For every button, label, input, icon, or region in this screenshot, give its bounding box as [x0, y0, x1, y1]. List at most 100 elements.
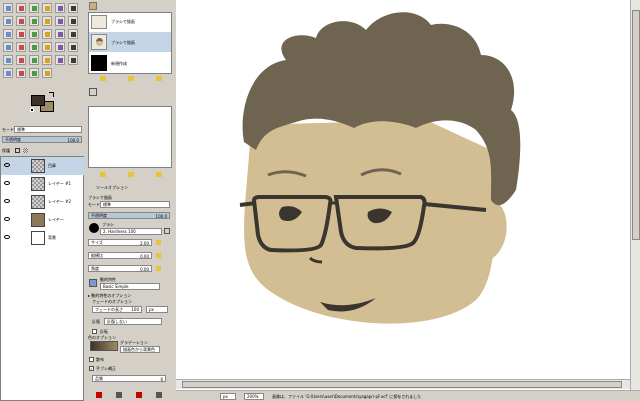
dynamics-field[interactable]: Basic Simple [100, 283, 160, 290]
rect-select-icon[interactable] [3, 3, 13, 13]
reset-angle-icon[interactable] [156, 266, 161, 271]
clear-history-icon[interactable] [156, 76, 162, 81]
ink-icon[interactable] [42, 55, 52, 65]
eraser-icon[interactable] [16, 55, 26, 65]
zoom-select[interactable]: 200% [244, 393, 264, 400]
save-options-icon[interactable] [96, 392, 102, 398]
swap-colors-icon[interactable] [49, 92, 54, 97]
history-item-label: ブラシで描画 [111, 40, 135, 45]
scissors-icon[interactable] [68, 3, 78, 13]
dodge-icon[interactable] [42, 68, 52, 78]
restore-options-icon[interactable] [116, 392, 122, 398]
dynamics-options-expander[interactable]: ▸ 動的特性のオプション [88, 293, 131, 298]
fuzzy-select-icon[interactable] [42, 3, 52, 13]
rotate-icon[interactable] [29, 29, 39, 39]
tool-mode-select[interactable]: 標準 [100, 201, 170, 208]
text-icon[interactable] [29, 42, 39, 52]
smudge-icon[interactable] [29, 68, 39, 78]
airbrush-icon[interactable] [29, 55, 39, 65]
fade-length-field[interactable]: フェードの長さ 100 [92, 306, 142, 313]
undo-icon[interactable] [100, 76, 106, 81]
gradient-preview[interactable] [90, 341, 118, 351]
cage-icon[interactable] [16, 42, 26, 52]
delete-options-icon[interactable] [136, 392, 142, 398]
reset-options-icon[interactable] [156, 392, 162, 398]
color-select-icon[interactable] [55, 3, 65, 13]
aspect-ratio-slider[interactable]: 縦横比 0.00 [88, 252, 152, 259]
align-icon[interactable] [3, 29, 13, 39]
visibility-eye-icon[interactable] [4, 163, 10, 167]
visibility-eye-icon[interactable] [4, 217, 10, 221]
panel-tab-icon[interactable] [89, 2, 97, 10]
angle-slider[interactable]: 角度 0.00 [88, 265, 152, 272]
shear-icon[interactable] [55, 29, 65, 39]
layer-row[interactable]: レイヤー [1, 211, 85, 229]
flip-icon[interactable] [3, 42, 13, 52]
scale-icon[interactable] [42, 29, 52, 39]
zoom-icon-glyph [45, 19, 50, 24]
layer-mode-select[interactable]: 標準 [14, 126, 82, 133]
layer-row[interactable]: 背景 [1, 229, 85, 247]
clone-icon[interactable] [55, 55, 65, 65]
gradient-select[interactable]: 描画色から背景色 [120, 346, 160, 353]
layer-row[interactable]: レイヤー #2 [1, 193, 85, 211]
visibility-eye-icon[interactable] [4, 235, 10, 239]
panel-footer-icon[interactable] [156, 172, 162, 177]
scroll-thumb[interactable] [182, 381, 622, 388]
brush-preview[interactable] [89, 223, 99, 233]
pencil-icon[interactable] [68, 42, 78, 52]
measure-icon[interactable] [55, 16, 65, 26]
tool-options-tab[interactable]: ツールオプション [88, 185, 128, 191]
brush-name-field[interactable]: 2. Hardness 100 [100, 228, 162, 235]
history-item[interactable]: 新規作成 [89, 53, 171, 73]
size-slider[interactable]: サイズ 2.00 [88, 239, 152, 246]
default-colors-icon[interactable] [30, 108, 34, 112]
bucket-fill-icon[interactable] [42, 42, 52, 52]
perspective-clone-icon[interactable] [3, 68, 13, 78]
blend-icon[interactable] [55, 42, 65, 52]
tool-opacity-slider[interactable]: 不透明度 100.0 [88, 212, 170, 219]
paintbrush-icon[interactable] [3, 55, 13, 65]
reset-aspect-icon[interactable] [156, 253, 161, 258]
zoom-icon[interactable] [42, 16, 52, 26]
heal-icon[interactable] [68, 55, 78, 65]
paths-icon[interactable] [16, 16, 26, 26]
crop-icon[interactable] [16, 29, 26, 39]
blur-icon[interactable] [16, 68, 26, 78]
quality-slider[interactable]: 品質 6 [92, 375, 166, 382]
reverse-checkbox[interactable] [92, 329, 97, 334]
horizontal-scrollbar[interactable] [176, 379, 630, 389]
edit-brush-icon[interactable] [164, 228, 170, 234]
history-item[interactable]: ブラシで描画 [89, 32, 171, 52]
ellipse-select-icon[interactable] [16, 3, 26, 13]
fade-unit-select[interactable]: px [146, 306, 168, 313]
panel-footer-icon[interactable] [100, 172, 106, 177]
reset-size-icon[interactable] [156, 240, 161, 245]
panel-footer-icon[interactable] [128, 172, 134, 177]
foreground-color-swatch[interactable] [31, 95, 45, 106]
vertical-scrollbar[interactable] [630, 0, 640, 390]
lock-pixels-icon[interactable] [15, 148, 20, 153]
visibility-eye-icon[interactable] [4, 181, 10, 185]
repeat-select[interactable]: 反復しない [104, 318, 162, 325]
jitter-checkbox[interactable] [89, 357, 94, 362]
history-item[interactable]: ブラシで描画 [89, 13, 171, 31]
layer-row[interactable]: 目鼻 [1, 157, 85, 175]
smooth-stroke-checkbox[interactable]: ✓ [89, 366, 94, 371]
visibility-eye-icon[interactable] [4, 199, 10, 203]
move-icon[interactable] [68, 16, 78, 26]
lock-alpha-icon[interactable] [23, 148, 28, 153]
history-thumb [91, 34, 107, 50]
unit-select[interactable]: px [220, 393, 236, 400]
dynamics-icon[interactable] [89, 279, 97, 287]
layer-opacity-slider[interactable]: 不透明度 100.0 [2, 136, 82, 143]
panel-tab-icon[interactable] [89, 88, 97, 96]
image-canvas[interactable] [176, 0, 630, 390]
color-picker-icon[interactable] [29, 16, 39, 26]
perspective-icon[interactable] [68, 29, 78, 39]
scroll-thumb[interactable] [632, 10, 640, 240]
lasso-icon[interactable] [29, 3, 39, 13]
layer-row[interactable]: レイヤー #1 [1, 175, 85, 193]
foreground-select-icon[interactable] [3, 16, 13, 26]
redo-icon[interactable] [128, 76, 134, 81]
